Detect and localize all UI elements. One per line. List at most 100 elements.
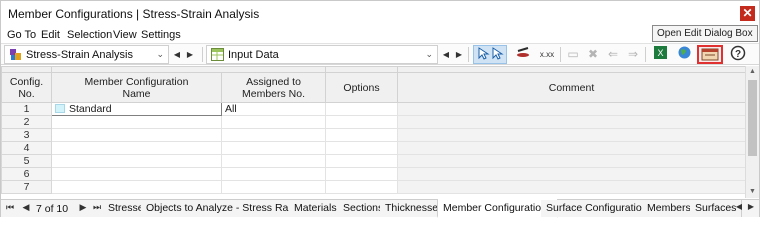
insert-row-icon[interactable]: ▭ — [563, 45, 583, 64]
assigned-cell[interactable] — [221, 128, 326, 142]
table-icon — [211, 48, 224, 61]
menu-view[interactable]: View — [113, 29, 137, 41]
module-icon — [10, 49, 21, 60]
menu-selection[interactable]: Selection — [67, 29, 112, 41]
options-cell[interactable] — [325, 180, 398, 194]
display-values-button[interactable] — [513, 45, 533, 64]
chevron-down-icon: ⌄ — [156, 49, 164, 59]
scroll-up-icon[interactable]: ▲ — [746, 66, 759, 78]
name-cell[interactable] — [51, 154, 222, 168]
table-row[interactable]: 4 — [1, 141, 746, 155]
header-text: Member Configuration Name — [84, 75, 189, 100]
name-cell[interactable] — [51, 141, 222, 155]
table-row[interactable]: 6 — [1, 167, 746, 181]
row-number: 1 — [1, 102, 52, 116]
table-row[interactable]: 7 — [1, 180, 746, 194]
name-cell[interactable] — [51, 128, 222, 142]
next-module-button[interactable]: ▶ — [184, 45, 196, 64]
tab-member-configurations[interactable]: Member Configurations — [437, 199, 559, 218]
open-edit-dialog-button[interactable] — [697, 45, 723, 64]
next-table-button[interactable]: ▶ — [453, 45, 465, 64]
col-header-comment[interactable]: Comment — [397, 72, 746, 103]
menu-bar: Go To Edit Selection View Settings — [1, 27, 759, 43]
toolbar-separator — [645, 47, 646, 62]
options-cell[interactable] — [325, 141, 398, 155]
help-button[interactable]: ? — [728, 45, 748, 64]
table-row[interactable]: 3 — [1, 128, 746, 142]
comment-cell[interactable] — [397, 128, 746, 142]
toolbar-separator — [468, 47, 469, 62]
close-button[interactable]: ✕ — [740, 6, 755, 21]
decimal-label: x.xx — [539, 50, 555, 59]
name-cell[interactable]: Standard — [51, 102, 222, 116]
col-header-config-no[interactable]: Config. No. — [1, 72, 52, 103]
comment-cell[interactable] — [397, 115, 746, 129]
tabs-scroll-left-icon[interactable]: ◀ — [733, 202, 745, 211]
delete-row-icon[interactable]: ✖ — [583, 45, 603, 64]
select-objects-button[interactable] — [473, 45, 507, 64]
data-combo[interactable]: Input Data ⌄ — [206, 45, 438, 64]
prev-page-icon[interactable]: ◀ — [20, 202, 32, 213]
options-cell[interactable] — [325, 128, 398, 142]
tab-members[interactable]: Members — [642, 200, 697, 217]
globe-icon — [678, 46, 690, 59]
chevron-down-icon: ⌄ — [425, 49, 433, 59]
vertical-scrollbar[interactable]: ▲ ▼ — [745, 66, 759, 198]
header-text: Options — [343, 81, 380, 94]
page-indicator: 7 of 10 — [36, 203, 69, 215]
assigned-cell[interactable] — [221, 115, 326, 129]
name-cell[interactable] — [51, 115, 222, 129]
row-number: 6 — [1, 167, 52, 181]
first-page-icon[interactable]: ⏮ — [4, 202, 16, 213]
table-row[interactable]: 1 Standard All — [1, 102, 746, 116]
assigned-cell[interactable] — [221, 141, 326, 155]
select-cursor-icon — [478, 47, 504, 60]
toolbar-separator — [202, 47, 203, 62]
options-cell[interactable] — [325, 115, 398, 129]
excel-export-button[interactable]: X — [650, 45, 670, 64]
options-cell[interactable] — [325, 102, 398, 116]
table-row[interactable]: 2 — [1, 115, 746, 129]
prev-table-button[interactable]: ◀ — [440, 45, 452, 64]
move-left-icon[interactable]: ⇐ — [603, 45, 623, 64]
scroll-down-icon[interactable]: ▼ — [746, 186, 759, 198]
assigned-cell[interactable] — [221, 167, 326, 181]
assigned-cell[interactable] — [221, 154, 326, 168]
col-header-name[interactable]: Member Configuration Name — [51, 72, 222, 103]
decimal-places-button[interactable]: x.xx — [535, 45, 559, 64]
module-combo-text: Stress-Strain Analysis — [26, 49, 133, 61]
move-right-icon[interactable]: ⇒ — [623, 45, 643, 64]
assigned-cell[interactable]: All — [221, 102, 326, 116]
options-cell[interactable] — [325, 154, 398, 168]
table-row[interactable]: 5 — [1, 154, 746, 168]
menu-go-to[interactable]: Go To — [7, 29, 36, 41]
menu-edit[interactable]: Edit — [41, 29, 60, 41]
next-page-icon[interactable]: ▶ — [77, 202, 89, 213]
name-cell[interactable] — [51, 180, 222, 194]
menu-settings[interactable]: Settings — [141, 29, 181, 41]
col-header-assigned[interactable]: Assigned to Members No. — [221, 72, 326, 103]
header-text: Config. No. — [9, 75, 44, 100]
comment-cell[interactable] — [397, 102, 746, 116]
comment-cell[interactable] — [397, 167, 746, 181]
tabs-scroll-right-icon[interactable]: ▶ — [745, 202, 757, 211]
tooltip: Open Edit Dialog Box — [652, 25, 758, 42]
scroll-thumb[interactable] — [748, 80, 757, 156]
title-bar: Member Configurations | Stress-Strain An… — [1, 1, 759, 27]
prev-module-button[interactable]: ◀ — [171, 45, 183, 64]
comment-cell[interactable] — [397, 141, 746, 155]
header-text: Comment — [548, 81, 595, 94]
comment-cell[interactable] — [397, 180, 746, 194]
globe-button[interactable] — [674, 45, 694, 64]
col-header-options[interactable]: Options — [325, 72, 398, 103]
comment-cell[interactable] — [397, 154, 746, 168]
row-number: 2 — [1, 115, 52, 129]
assigned-cell[interactable] — [221, 180, 326, 194]
module-combo[interactable]: Stress-Strain Analysis ⌄ — [4, 45, 169, 64]
member-configurations-table: Config. No. Member Configuration Name As… — [1, 66, 746, 194]
options-cell[interactable] — [325, 167, 398, 181]
tab-materials[interactable]: Materials — [289, 200, 343, 217]
last-page-icon[interactable]: ⏭ — [91, 202, 103, 213]
window-title: Member Configurations | Stress-Strain An… — [8, 7, 260, 21]
name-cell[interactable] — [51, 167, 222, 181]
